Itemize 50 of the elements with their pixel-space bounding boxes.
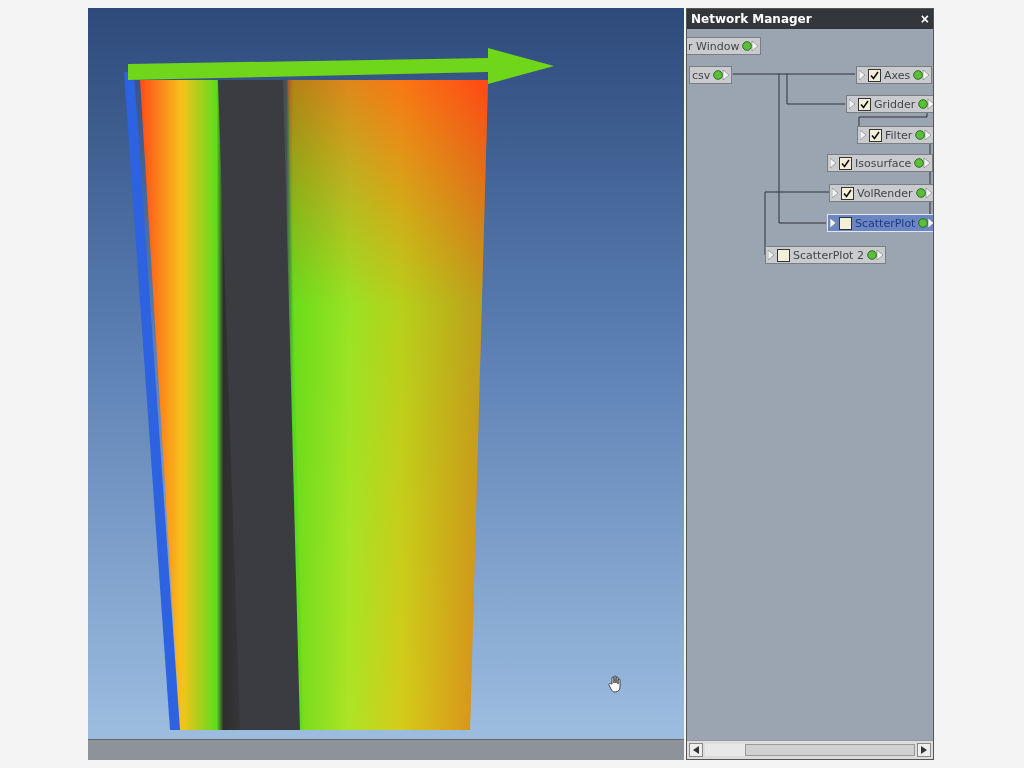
horizontal-scrollbar[interactable] xyxy=(687,740,933,759)
module-node[interactable]: Isosurface xyxy=(827,154,933,172)
input-port-icon[interactable] xyxy=(832,188,838,198)
checkbox[interactable] xyxy=(839,156,852,170)
input-port-icon[interactable] xyxy=(859,70,865,80)
module-node[interactable]: Filter xyxy=(857,126,933,144)
output-port-icon[interactable] xyxy=(713,70,730,80)
output-port-icon[interactable] xyxy=(915,188,932,198)
checkbox[interactable] xyxy=(869,128,882,142)
module-node[interactable]: ScatterPlot 2 xyxy=(765,246,886,264)
input-port-icon[interactable] xyxy=(830,158,836,168)
input-port-icon[interactable] xyxy=(860,130,866,140)
panel-title: Network Manager xyxy=(691,12,812,26)
node-label: r Window xyxy=(688,39,740,53)
scrollbar-thumb[interactable] xyxy=(745,744,915,756)
checkbox[interactable] xyxy=(868,68,881,82)
checkbox[interactable] xyxy=(841,186,854,200)
node-label: VolRender xyxy=(857,186,913,200)
node-label: Gridder xyxy=(874,97,916,111)
node-label: csv xyxy=(692,68,711,82)
module-node[interactable]: r Window xyxy=(687,37,762,55)
output-port-icon[interactable] xyxy=(918,99,933,109)
checkbox[interactable] xyxy=(777,248,790,262)
module-node[interactable]: Axes xyxy=(856,66,933,84)
output-port-icon[interactable] xyxy=(742,41,759,51)
node-label: Isosurface xyxy=(855,156,912,170)
module-node[interactable]: VolRender xyxy=(829,184,933,202)
close-button[interactable]: × xyxy=(920,11,929,27)
node-label: Filter xyxy=(885,128,913,142)
input-port-icon[interactable] xyxy=(849,99,855,109)
module-node[interactable]: csv xyxy=(689,66,733,84)
output-port-icon[interactable] xyxy=(915,130,932,140)
output-port-icon[interactable] xyxy=(918,218,933,228)
checkbox[interactable] xyxy=(839,216,852,230)
node-label: ScatterPlot 2 xyxy=(793,248,864,262)
output-port-icon[interactable] xyxy=(913,70,930,80)
node-label: ScatterPlot xyxy=(855,216,916,230)
output-port-icon[interactable] xyxy=(866,250,883,260)
output-port-icon[interactable] xyxy=(914,158,931,168)
hand-cursor-icon xyxy=(608,675,624,693)
input-port-icon[interactable] xyxy=(768,250,774,260)
scroll-left-button[interactable] xyxy=(689,743,703,757)
left-arrow-icon xyxy=(693,746,699,754)
scroll-right-button[interactable] xyxy=(917,743,931,757)
right-arrow-icon xyxy=(921,746,927,754)
3d-viewport[interactable] xyxy=(88,8,684,739)
input-port-icon[interactable] xyxy=(830,218,836,228)
module-node[interactable]: Gridder xyxy=(846,95,933,113)
node-label: Axes xyxy=(884,68,911,82)
checkbox[interactable] xyxy=(858,97,871,111)
